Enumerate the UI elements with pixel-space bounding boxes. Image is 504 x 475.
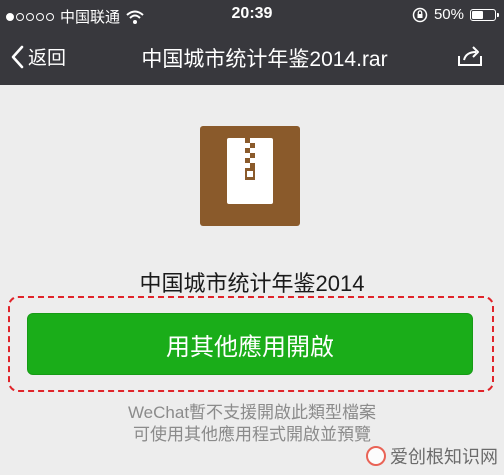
back-button[interactable]: 返回: [10, 43, 66, 70]
share-icon: [458, 46, 482, 66]
zip-archive-icon: [200, 126, 300, 226]
watermark-text: 爱创根知识网: [390, 447, 498, 467]
main-content: 中国城市统计年鉴2014 用其他應用開啟 WeChat暫不支援開啟此類型檔案 可…: [0, 85, 504, 475]
watermark: 爱创根知识网: [366, 443, 498, 469]
status-bar: 中国联通 20:39 50%: [0, 0, 504, 30]
battery-level: [472, 10, 483, 19]
chevron-left-icon: [11, 45, 24, 68]
nav-bar: 返回 中国城市统计年鉴2014.rar: [0, 30, 504, 85]
share-button[interactable]: [456, 44, 484, 73]
battery-percent: 50%: [433, 6, 464, 23]
file-name: 中国城市统计年鉴2014: [139, 271, 365, 296]
back-label: 返回: [28, 48, 67, 69]
rotation-lock-icon: [412, 7, 428, 22]
open-with-other-app-button[interactable]: 用其他應用開啟: [27, 313, 473, 375]
file-paper: [227, 138, 273, 204]
battery-icon: [470, 8, 499, 21]
open-with-other-hint: 可使用其他應用程式開啟並預覽: [133, 425, 371, 444]
watermark-logo-icon: [366, 446, 386, 466]
status-right: 50%: [412, 6, 499, 23]
page-title: 中国城市统计年鉴2014.rar: [141, 48, 388, 71]
zipper-icon: [245, 138, 255, 180]
